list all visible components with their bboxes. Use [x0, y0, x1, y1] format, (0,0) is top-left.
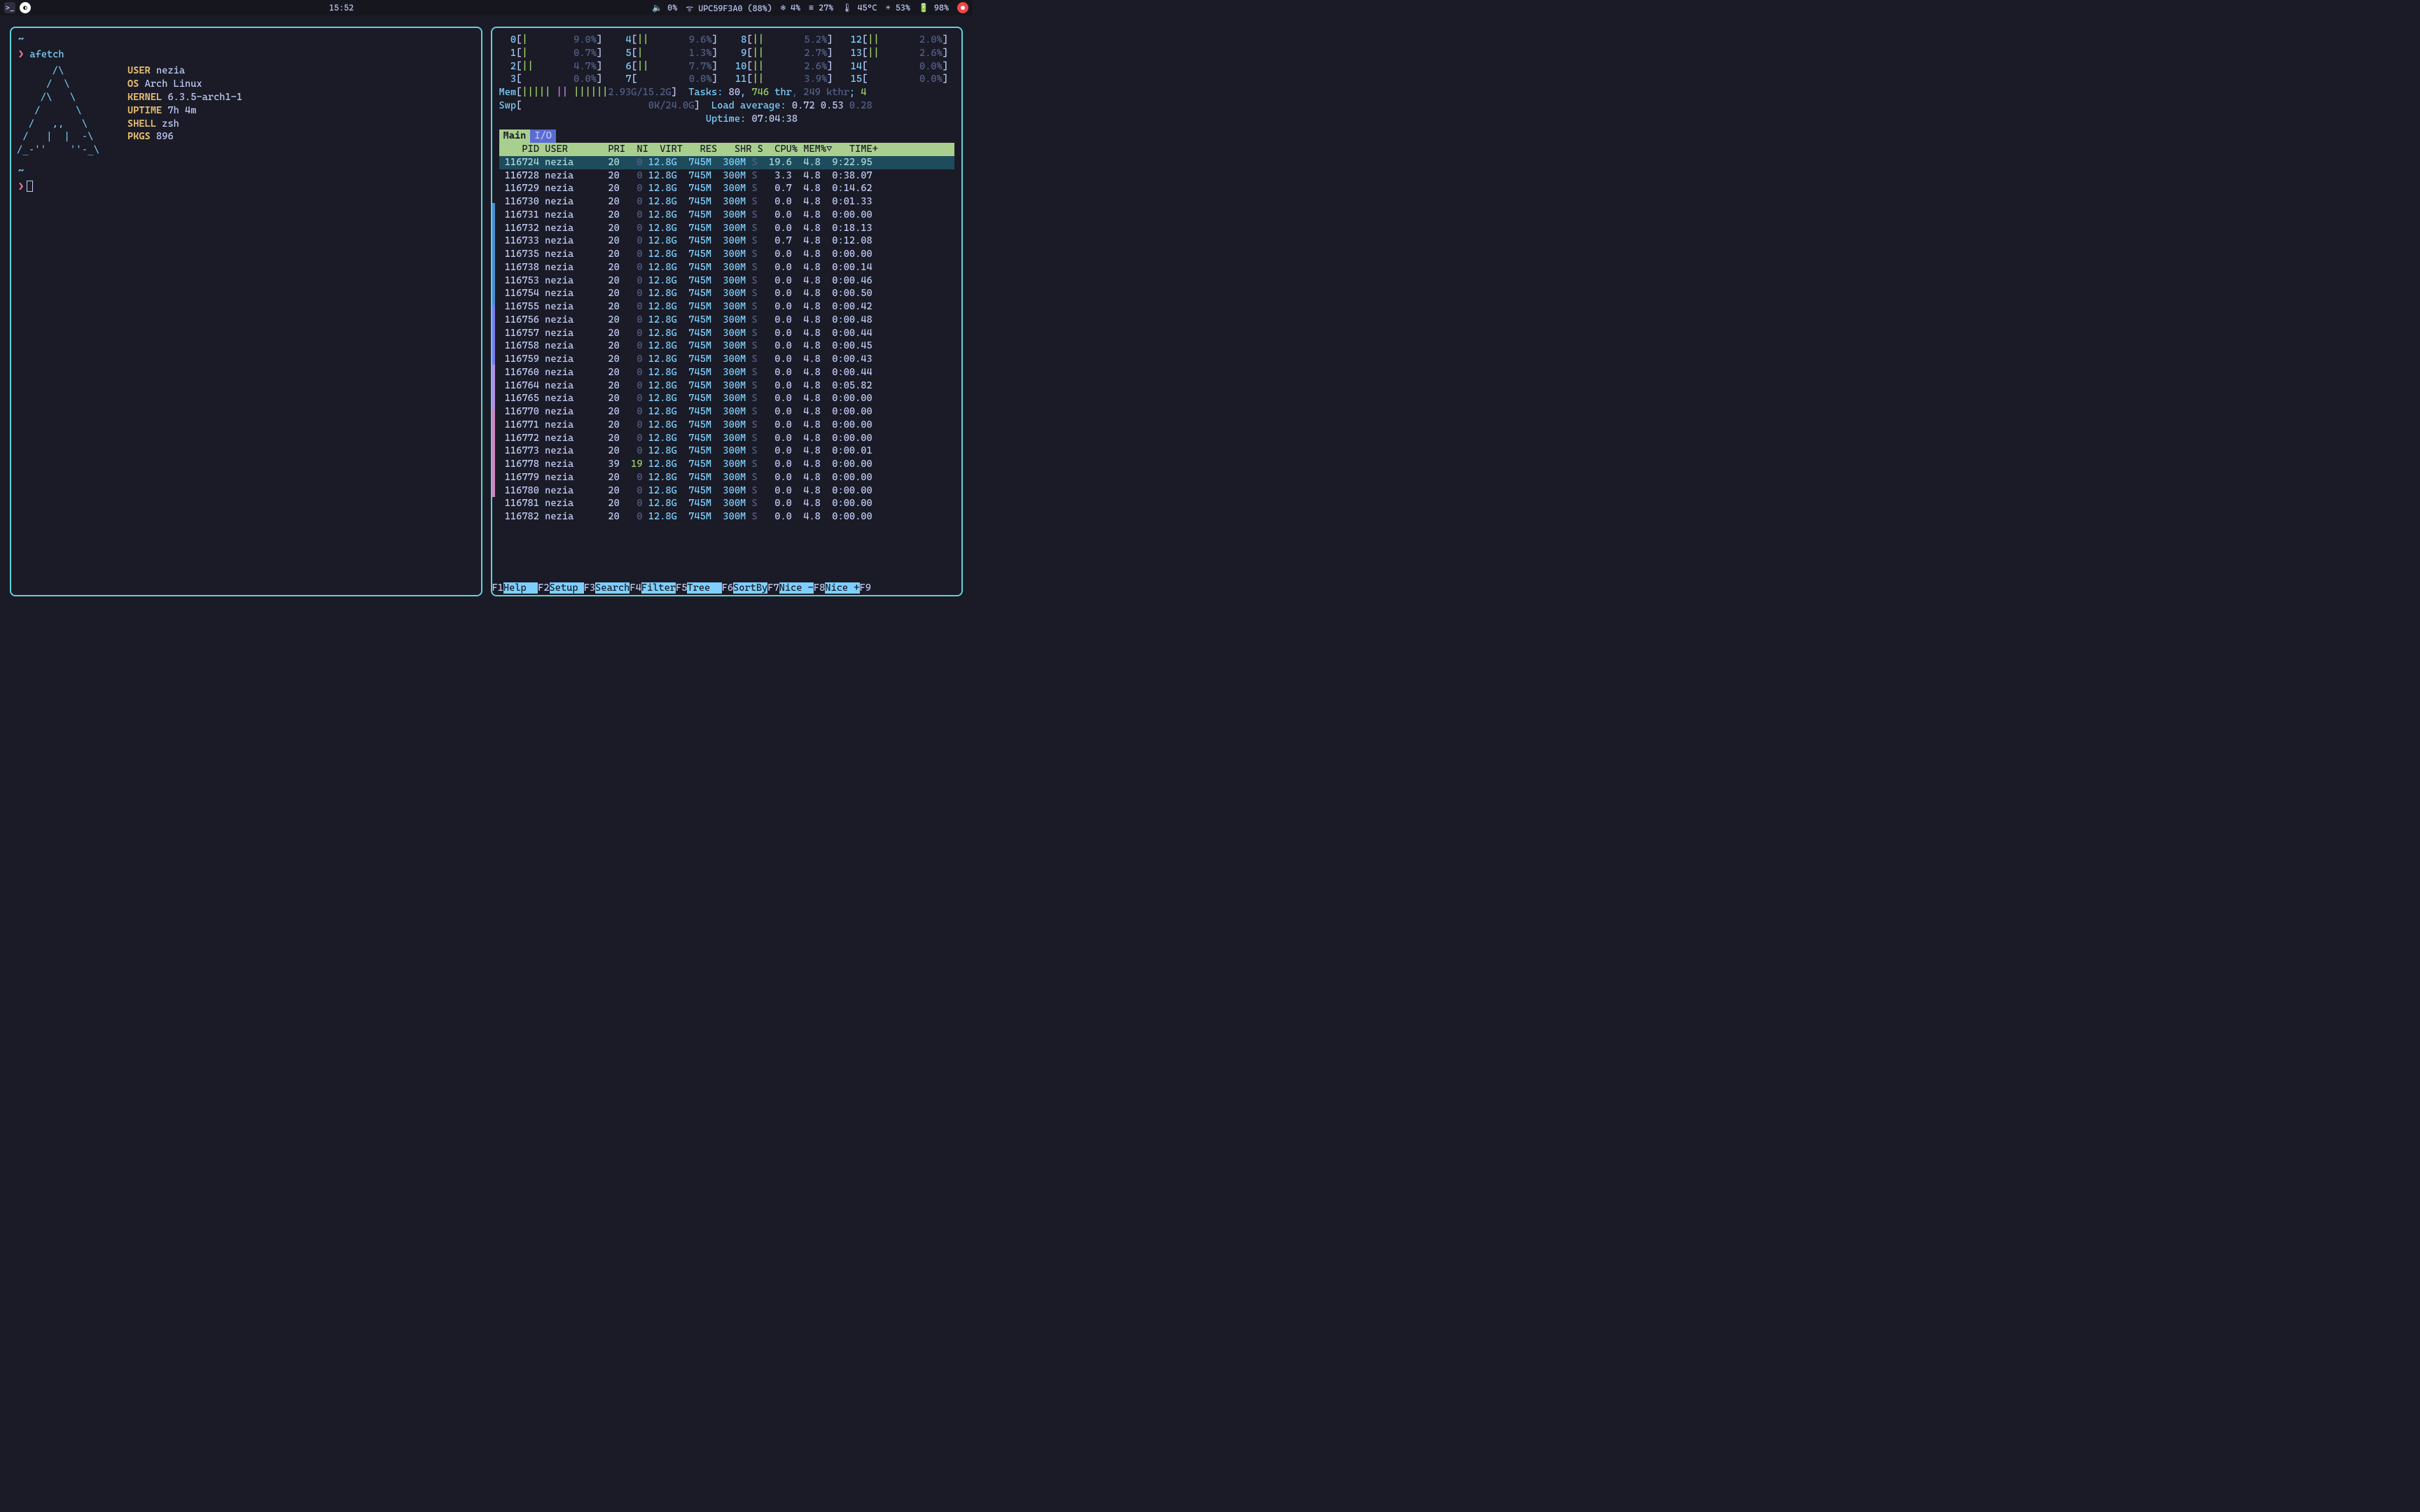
gear-icon: ☀ — [886, 3, 891, 13]
uptime-line: Uptime: 07:04:38 — [499, 113, 955, 126]
scrollbar[interactable] — [492, 203, 495, 497]
battery-indicator[interactable]: 🔋 98% — [919, 3, 949, 13]
process-row[interactable]: 116735 nezia 20 0 12.8G 745M 300M S 0.0 … — [499, 248, 955, 261]
process-row[interactable]: 116732 nezia 20 0 12.8G 745M 300M S 0.0 … — [499, 222, 955, 235]
info-val-uptime: 7h 4m — [167, 105, 196, 116]
wifi-indicator[interactable]: ᯤ UPC59F3A0 (88%) — [686, 2, 772, 14]
process-row[interactable]: 116729 nezia 20 0 12.8G 745M 300M S 0.7 … — [499, 182, 955, 195]
process-row[interactable]: 116781 nezia 20 0 12.8G 745M 300M S 0.0 … — [499, 497, 955, 510]
info-val-kernel: 6.3.5-arch1-1 — [167, 92, 242, 103]
process-row[interactable]: 116773 nezia 20 0 12.8G 745M 300M S 0.0 … — [499, 444, 955, 458]
memory-meter: Mem[||||| || ||||||2.93G/15.2G] Tasks: 8… — [499, 86, 955, 99]
clock[interactable]: 15:52 — [329, 3, 354, 13]
process-row[interactable]: 116755 nezia 20 0 12.8G 745M 300M S 0.0 … — [499, 300, 955, 314]
info-val-shell: zsh — [162, 118, 179, 130]
process-row[interactable]: 116758 nezia 20 0 12.8G 745M 300M S 0.0 … — [499, 340, 955, 353]
status-bar: >_ ◐ 15:52 🔈 0% ᯤ UPC59F3A0 (88%) ❄ 4% ≡… — [0, 0, 973, 15]
tiling-desktop: ~ ❯ afetch /\ / \ /\ \ / \ / ,, \ / | | … — [0, 15, 973, 608]
process-row[interactable]: 116757 nezia 20 0 12.8G 745M 300M S 0.0 … — [499, 327, 955, 340]
thermometer-icon: 🌡 — [842, 3, 852, 13]
process-row[interactable]: 116754 nezia 20 0 12.8G 745M 300M S 0.0 … — [499, 287, 955, 300]
process-row[interactable]: 116782 nezia 20 0 12.8G 745M 300M S 0.0 … — [499, 510, 955, 524]
os-ascii-logo: /\ / \ /\ \ / \ / ,, \ / | | -\ /_-'' ''… — [17, 64, 99, 157]
info-key-user: USER — [127, 65, 151, 76]
info-val-os: Arch Linux — [145, 78, 202, 90]
prompt-input[interactable]: ❯ — [18, 181, 474, 192]
mem-total: 2.93G/15.2G — [608, 87, 671, 98]
process-row[interactable]: 116759 nezia 20 0 12.8G 745M 300M S 0.0 … — [499, 353, 955, 366]
brightness-indicator[interactable]: ☀ 53% — [886, 3, 910, 13]
info-val-pkgs: 896 — [156, 131, 174, 142]
info-key-kernel: KERNEL — [127, 92, 162, 103]
speaker-icon: 🔈 — [652, 3, 662, 13]
info-val-user: nezia — [156, 65, 185, 76]
menu-icon: ≡ — [809, 3, 814, 13]
cpu-indicator[interactable]: ❄ 4% — [781, 3, 800, 13]
tab-main[interactable]: Main — [499, 130, 531, 143]
info-key-uptime: UPTIME — [127, 105, 162, 116]
process-row[interactable]: 116771 nezia 20 0 12.8G 745M 300M S 0.0 … — [499, 419, 955, 432]
system-info-block: USER nezia OS Arch Linux KERNEL 6.3.5-ar… — [127, 64, 242, 157]
prompt-line: ❯ afetch — [18, 49, 474, 60]
process-row[interactable]: 116733 nezia 20 0 12.8G 745M 300M S 0.7 … — [499, 234, 955, 248]
workspace-terminal-icon[interactable]: >_ — [4, 2, 15, 13]
process-row[interactable]: 116772 nezia 20 0 12.8G 745M 300M S 0.0 … — [499, 432, 955, 445]
process-row[interactable]: 116760 nezia 20 0 12.8G 745M 300M S 0.0 … — [499, 366, 955, 379]
process-row[interactable]: 116780 nezia 20 0 12.8G 745M 300M S 0.0 … — [499, 484, 955, 498]
workspace-app-icon[interactable]: ◐ — [20, 2, 31, 13]
menu-indicator[interactable]: ≡ 27% — [809, 3, 833, 13]
swap-meter: Swp[ 0K/24.0G] Load average: 0.72 0.53 0… — [499, 99, 955, 113]
process-row[interactable]: 116765 nezia 20 0 12.8G 745M 300M S 0.0 … — [499, 392, 955, 405]
temp-indicator[interactable]: 🌡 45°C — [842, 3, 877, 13]
process-row[interactable]: 116730 nezia 20 0 12.8G 745M 300M S 0.0 … — [499, 195, 955, 209]
process-row[interactable]: 116728 nezia 20 0 12.8G 745M 300M S 3.3 … — [499, 169, 955, 183]
process-row[interactable]: 116778 nezia 39 19 12.8G 745M 300M S 0.0… — [499, 458, 955, 471]
info-key-pkgs: PKGS — [127, 131, 151, 142]
process-row[interactable]: 116724 nezia 20 0 12.8G 745M 300M S 19.6… — [499, 156, 955, 169]
process-row[interactable]: 116764 nezia 20 0 12.8G 745M 300M S 0.0 … — [499, 379, 955, 393]
cpu-meters: 0[| 9.0%] 1[| 0.7%] 2[|| 4.7%] 3[ 0.0%] … — [499, 34, 955, 86]
terminal-pane-right[interactable]: 0[| 9.0%] 1[| 0.7%] 2[|| 4.7%] 3[ 0.0%] … — [491, 27, 964, 596]
terminal-pane-left[interactable]: ~ ❯ afetch /\ / \ /\ \ / \ / ,, \ / | | … — [10, 27, 482, 596]
prompt-cwd: ~ — [18, 34, 474, 45]
htop-tabs: MainI/O — [499, 130, 955, 143]
tab-io[interactable]: I/O — [530, 130, 556, 143]
cursor-icon — [27, 181, 33, 192]
chip-icon: ❄ — [781, 3, 786, 13]
info-key-os: OS — [127, 78, 139, 90]
process-row[interactable]: 116731 nezia 20 0 12.8G 745M 300M S 0.0 … — [499, 209, 955, 222]
battery-icon: 🔋 — [919, 3, 929, 13]
process-row[interactable]: 116779 nezia 20 0 12.8G 745M 300M S 0.0 … — [499, 471, 955, 484]
process-row[interactable]: 116753 nezia 20 0 12.8G 745M 300M S 0.0 … — [499, 274, 955, 288]
process-list[interactable]: 116724 nezia 20 0 12.8G 745M 300M S 19.6… — [499, 156, 955, 524]
prompt-cwd: ~ — [18, 165, 474, 176]
process-header[interactable]: PID USER PRI NI VIRT RES SHR S CPU% MEM%… — [499, 143, 955, 156]
function-key-bar[interactable]: F1Help F2Setup F3SearchF4FilterF5Tree F6… — [492, 582, 962, 595]
process-row[interactable]: 116738 nezia 20 0 12.8G 745M 300M S 0.0 … — [499, 261, 955, 274]
wifi-icon: ᯤ — [686, 4, 693, 13]
process-row[interactable]: 116770 nezia 20 0 12.8G 745M 300M S 0.0 … — [499, 405, 955, 419]
process-row[interactable]: 116756 nezia 20 0 12.8G 745M 300M S 0.0 … — [499, 314, 955, 327]
info-key-shell: SHELL — [127, 118, 156, 130]
volume-indicator[interactable]: 🔈 0% — [652, 3, 677, 13]
typed-command: afetch — [29, 49, 64, 60]
discord-tray-icon[interactable]: ● — [957, 2, 968, 13]
